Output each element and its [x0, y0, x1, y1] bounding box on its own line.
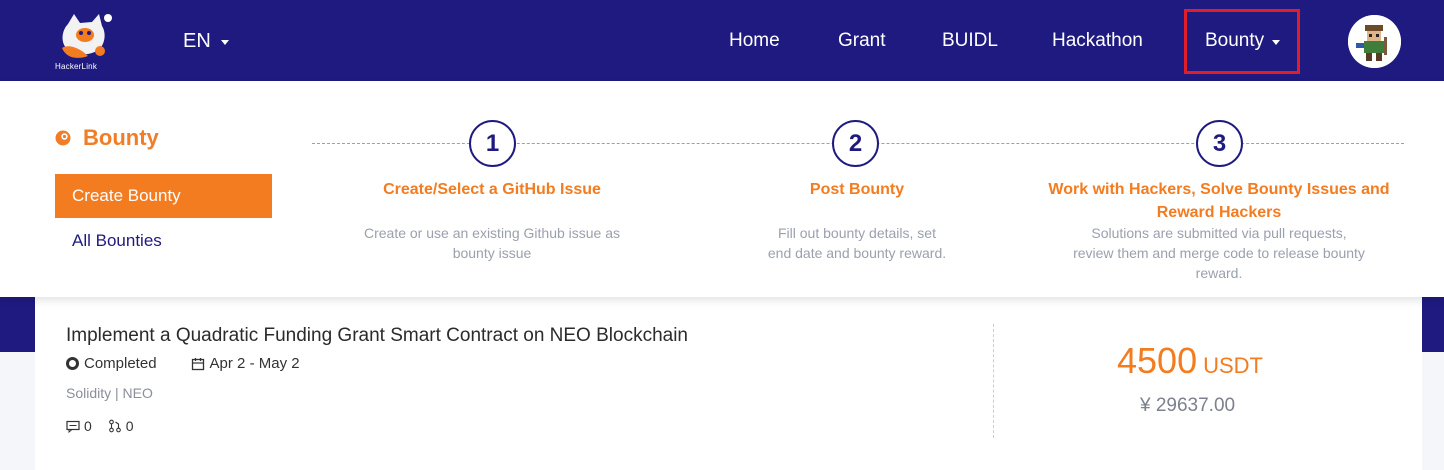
comment-icon	[66, 420, 80, 433]
panel-title: Bounty	[55, 125, 159, 151]
bounty-counts: 0 0	[66, 418, 134, 434]
step-2-desc-line: end date and bounty reward.	[767, 245, 947, 261]
bounty-coin-icon	[55, 130, 71, 146]
step-1-desc-line: bounty issue	[452, 245, 532, 261]
cat-logo-icon	[62, 14, 112, 58]
bounty-date-range: Apr 2 - May 2	[209, 355, 300, 372]
hackerlink-logo[interactable]: HackerLink	[52, 10, 122, 74]
panel-title-label: Bounty	[83, 125, 159, 150]
top-navbar: HackerLink EN Home Grant BUIDL Hackathon…	[0, 0, 1444, 81]
step-1-number: 1	[469, 120, 516, 167]
bounty-title[interactable]: Implement a Quadratic Funding Grant Smar…	[66, 325, 688, 347]
card-divider	[993, 324, 994, 438]
step-2-desc: Fill out bounty details, set end date an…	[657, 223, 1057, 263]
step-3-title-line: Work with Hackers, Solve Bounty Issues a…	[1048, 181, 1390, 198]
user-avatar[interactable]	[1348, 15, 1401, 68]
step-3-title-line: Reward Hackers	[1156, 204, 1282, 221]
step-3-number: 3	[1196, 120, 1243, 167]
step-2-title: Post Bounty	[809, 181, 905, 198]
bounty-card[interactable]: Implement a Quadratic Funding Grant Smar…	[35, 297, 1422, 470]
pull-request-icon	[108, 419, 121, 433]
step-1-title: Create/Select a GitHub Issue	[383, 181, 601, 198]
step-3-desc: Solutions are submitted via pull request…	[1012, 223, 1426, 283]
bounty-amount: 4500 USDT	[1117, 340, 1263, 382]
step-2-desc-line: Fill out bounty details, set	[778, 225, 936, 241]
nav-bounty[interactable]: Bounty	[1205, 30, 1281, 52]
bounty-date: Apr 2 - May 2	[191, 355, 300, 372]
step-1-desc: Create or use an existing Github issue a…	[292, 223, 692, 263]
pull-request-count: 0	[125, 418, 134, 434]
pixel-avatar-icon	[1348, 15, 1401, 68]
bounty-amount-value: 4500	[1117, 340, 1198, 381]
bounty-meta: Completed Apr 2 - May 2	[66, 355, 300, 372]
nav-grant[interactable]: Grant	[838, 30, 886, 52]
create-bounty-button[interactable]: Create Bounty	[55, 174, 272, 218]
step-3-title: Work with Hackers, Solve Bounty Issues a…	[1012, 178, 1426, 224]
language-label: EN	[183, 30, 211, 52]
chevron-down-icon	[1272, 39, 1281, 45]
step-2-number: 2	[832, 120, 879, 167]
all-bounties-link[interactable]: All Bounties	[72, 231, 162, 251]
bounty-cny-amount: ¥ 29637.00	[1140, 395, 1236, 416]
logo-text: HackerLink	[55, 62, 98, 71]
status-dot-icon	[66, 357, 79, 370]
bounty-dropdown-panel: Bounty Create Bounty All Bounties 1 Crea…	[0, 81, 1444, 297]
language-selector[interactable]: EN	[183, 30, 229, 53]
step-3-desc-line: Solutions are submitted via pull request…	[1091, 225, 1347, 241]
bounty-tags: Solidity | NEO	[66, 385, 153, 401]
nav-buidl[interactable]: BUIDL	[942, 30, 998, 52]
nav-home[interactable]: Home	[729, 30, 780, 52]
step-3-desc-line: review them and merge code to release bo…	[1073, 245, 1365, 261]
nav-hackathon[interactable]: Hackathon	[1052, 30, 1143, 52]
step-3-desc-line: reward.	[1195, 265, 1243, 281]
chevron-down-icon	[220, 40, 229, 45]
nav-bounty-label: Bounty	[1205, 30, 1265, 51]
comment-count: 0	[84, 418, 92, 434]
calendar-icon	[191, 357, 204, 370]
bounty-status: Completed	[84, 355, 157, 372]
step-1-desc-line: Create or use an existing Github issue a…	[363, 225, 621, 241]
bounty-currency: USDT	[1203, 353, 1263, 378]
